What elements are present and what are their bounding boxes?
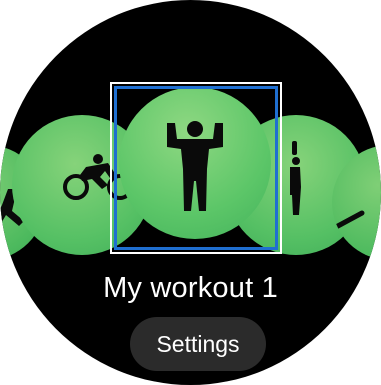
workout-item-other[interactable]: [332, 145, 381, 260]
sport-icon: [333, 210, 365, 230]
settings-button[interactable]: Settings: [130, 317, 266, 371]
workout-title: My workout 1: [103, 272, 278, 304]
focus-frame: [110, 82, 282, 254]
watch-face: My workout 1 Settings: [0, 0, 381, 385]
